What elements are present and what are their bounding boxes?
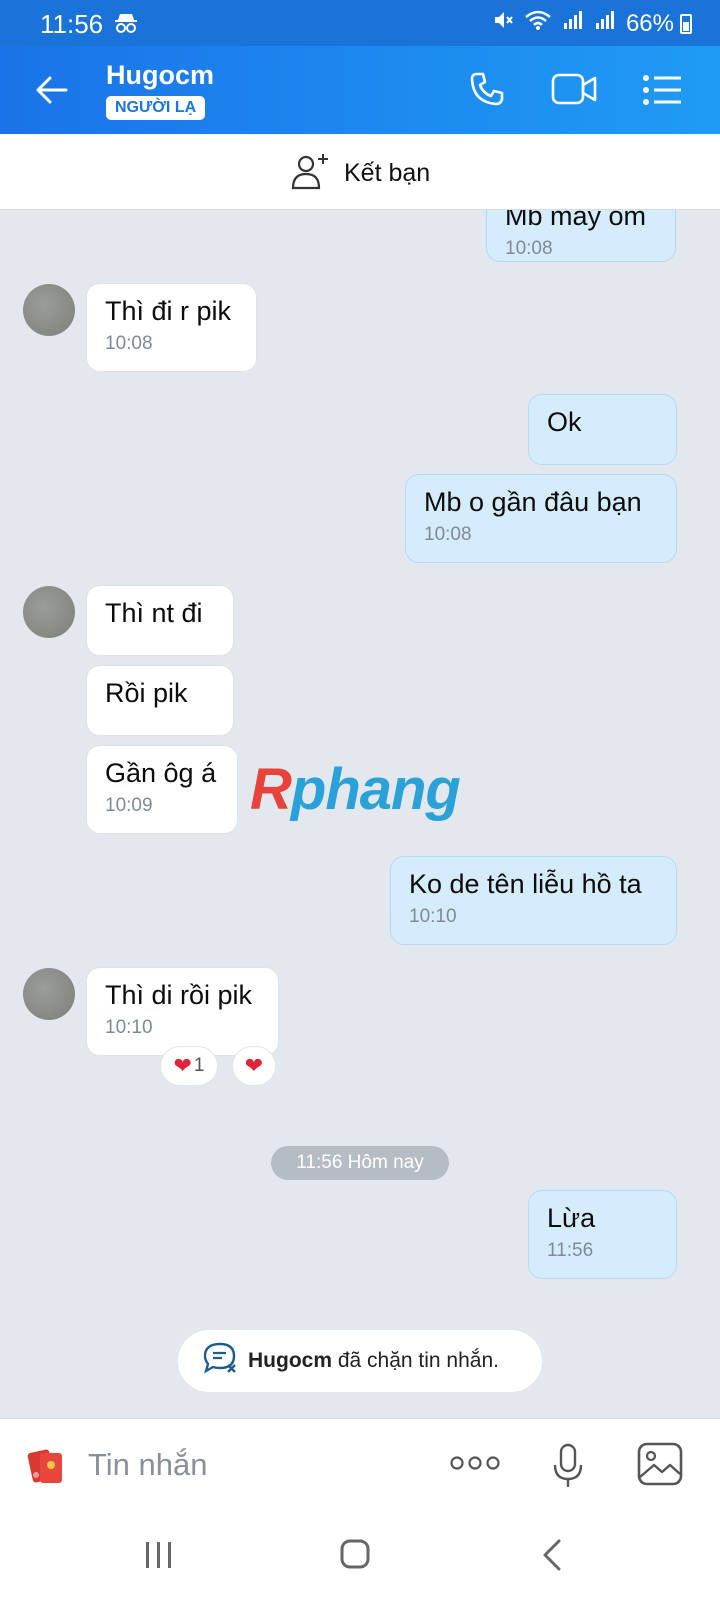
blocked-name: Hugocm [248,1349,332,1372]
message-bubble-outgoing[interactable]: Ko de tên liễu hồ ta 10:10 [390,856,677,945]
message-bubble-outgoing[interactable]: Lừa 11:56 [528,1190,677,1279]
battery-icon [680,14,692,34]
message-bubble-incoming[interactable]: Gần ôg á 10:09 [86,745,238,834]
message-time: 10:10 [105,1017,153,1038]
date-separator: 11:56 Hôm nay [271,1146,449,1180]
avatar[interactable] [23,284,75,336]
status-bar: 11:56 66% [0,0,720,46]
battery-percent: 66% [625,9,674,37]
microphone-icon[interactable] [552,1443,584,1494]
message-text: Mb máy om [505,210,647,231]
incognito-icon [114,12,138,39]
stranger-badge: NGƯỜI LẠ [106,96,206,120]
contact-name[interactable]: Hugocm [106,60,214,91]
message-input-bar: Tin nhắn [0,1418,720,1514]
message-bubble-incoming[interactable]: Thì đi r pik 10:08 [86,283,257,372]
system-nav-bar [0,1514,720,1600]
message-text: Thì nt đi [105,598,203,628]
mute-icon [492,9,514,38]
message-text: Gần ôg á [105,758,217,788]
recent-apps-icon[interactable] [144,1540,174,1575]
blocked-notice: Hugocm đã chặn tin nhắn. [178,1330,542,1392]
add-friend-button[interactable]: Kết bạn [290,152,430,195]
heart-icon: ❤ [173,1053,192,1078]
menu-list-icon[interactable] [642,74,682,111]
message-bubble-outgoing[interactable]: Mb máy om 10:08 [486,210,676,262]
message-text: Ko de tên liễu hồ ta [409,869,642,899]
blocked-message: đã chặn tin nhắn. [337,1349,499,1372]
message-text: Ok [547,407,582,437]
message-bubble-outgoing[interactable]: Mb o gần đâu bạn 10:08 [405,474,677,563]
message-time: 10:08 [505,238,553,259]
message-time: 10:08 [424,524,472,545]
back-arrow-icon[interactable] [34,72,70,113]
message-bubble-incoming[interactable]: Thì nt đi [86,585,234,656]
more-dots-icon[interactable] [450,1453,500,1478]
message-text: Thì đi r pik [105,296,232,326]
message-time: 10:10 [409,906,457,927]
chat-header: Hugocm NGƯỜI LẠ [0,46,720,134]
add-friend-label: Kết bạn [344,159,431,187]
home-icon[interactable] [339,1538,371,1575]
message-input[interactable]: Tin nhắn [88,1447,208,1483]
avatar[interactable] [23,586,75,638]
status-time: 11:56 [40,9,104,39]
message-time: 10:08 [105,333,153,354]
react-button[interactable]: ❤ [232,1046,276,1086]
red-envelope-icon[interactable] [26,1445,68,1492]
reaction-summary[interactable]: ❤ 1 [160,1046,218,1086]
avatar[interactable] [23,968,75,1020]
image-gallery-icon[interactable] [636,1441,684,1492]
message-text: Rồi pik [105,678,188,708]
back-nav-icon[interactable] [540,1538,564,1577]
reaction-count: 1 [193,1055,205,1076]
blocked-chat-icon [202,1341,238,1381]
watermark-logo: Rphang [250,757,461,822]
signal-icon [562,9,584,38]
blocked-text: Hugocm đã chặn tin nhắn. [248,1349,499,1373]
phone-icon[interactable] [468,70,506,113]
add-friend-icon [290,152,330,195]
video-call-icon[interactable] [551,72,597,111]
chat-area[interactable]: Mb máy om 10:08 Thì đi r pik 10:08 Ok Mb… [0,210,720,1418]
message-time: 10:09 [105,795,153,816]
status-right: 66% [492,9,674,38]
message-text: Mb o gần đâu bạn [424,487,642,517]
message-bubble-incoming[interactable]: Thì di rồi pik 10:10 [86,967,279,1056]
message-time: 11:56 [547,1240,594,1261]
message-text: Thì di rồi pik [105,980,253,1010]
wifi-icon [524,9,552,38]
add-friend-bar[interactable]: Kết bạn [0,134,720,210]
heart-icon: ❤ [244,1053,264,1078]
signal-icon-2 [594,9,616,38]
message-text: Lừa [547,1203,596,1233]
message-bubble-outgoing[interactable]: Ok [528,394,677,465]
message-bubble-incoming[interactable]: Rồi pik [86,665,234,736]
